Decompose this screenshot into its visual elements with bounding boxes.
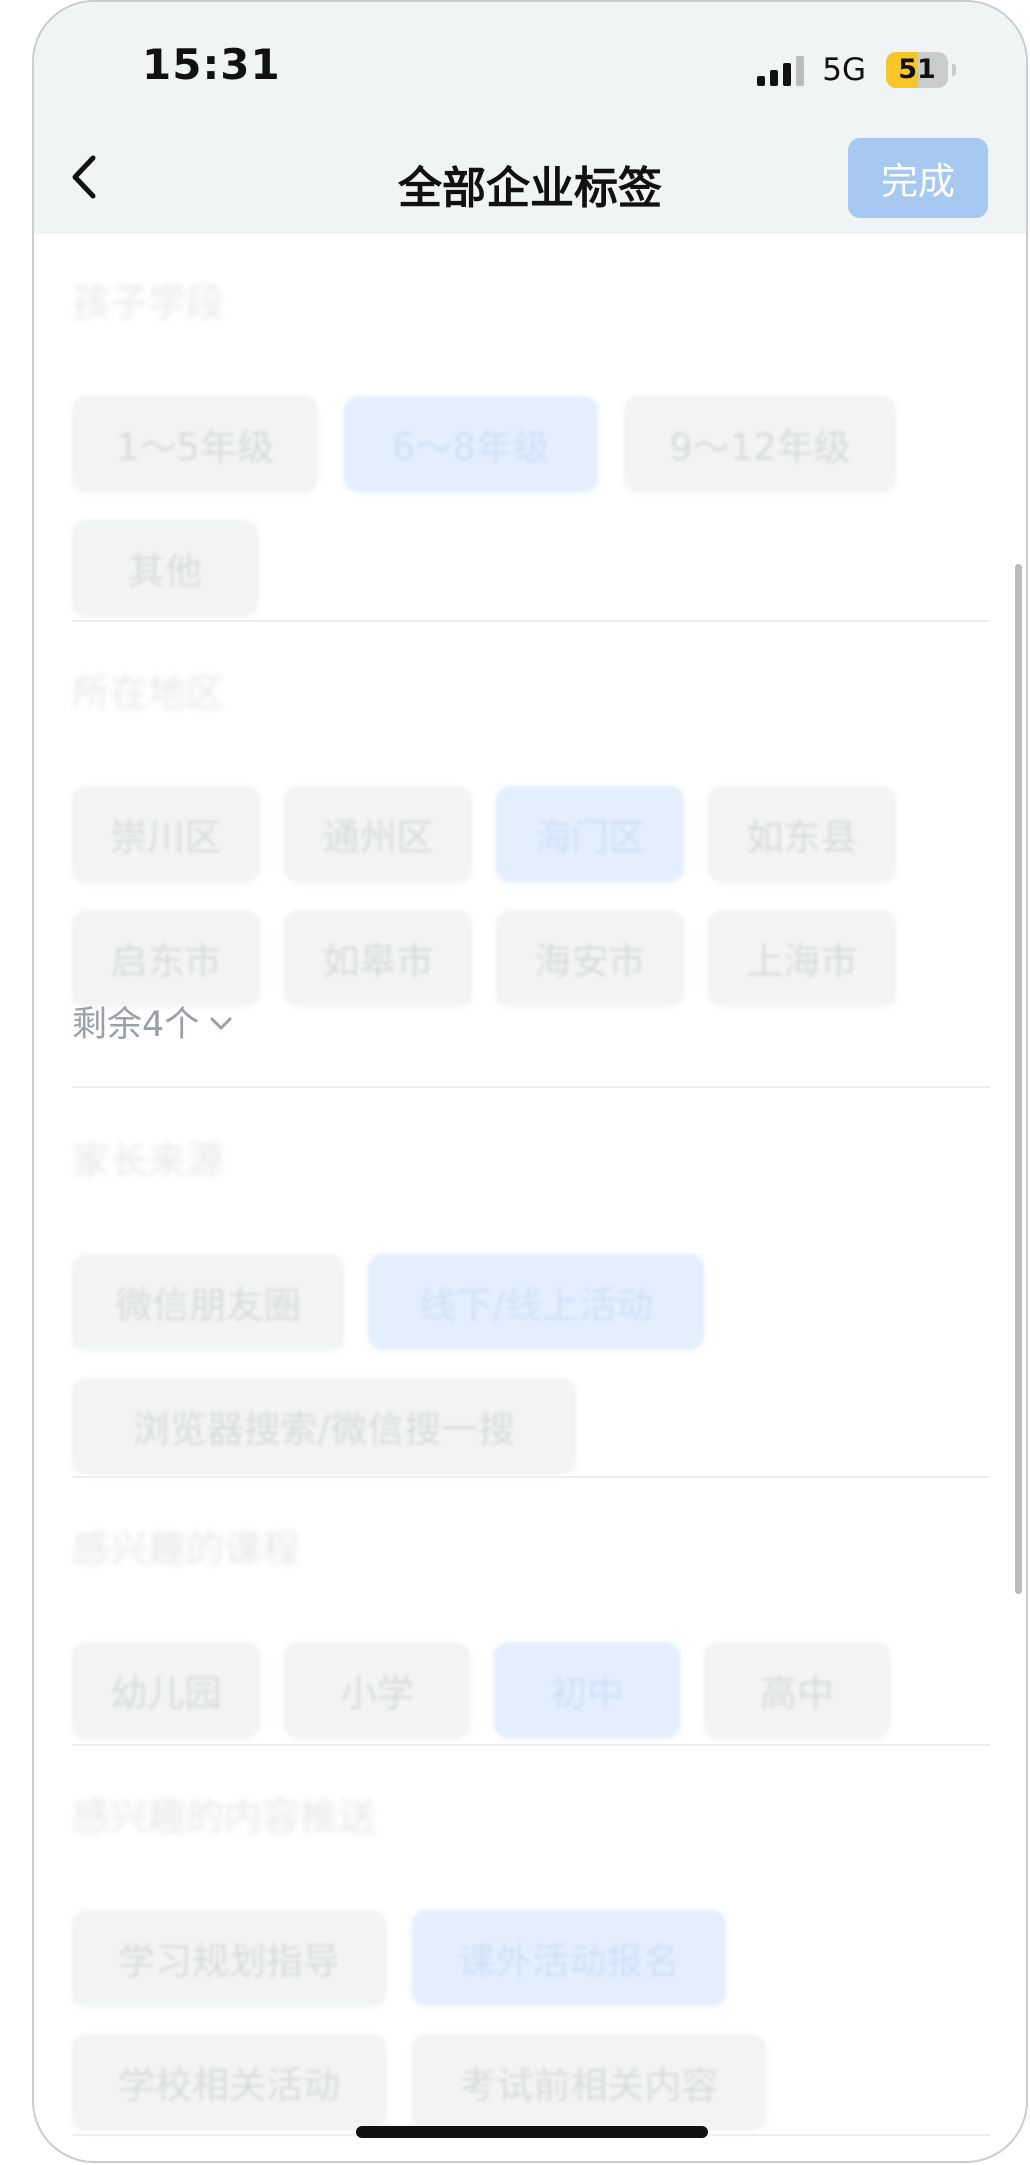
divider xyxy=(72,1476,990,1478)
network-type: 5G xyxy=(822,52,866,88)
show-more-label: 剩余4个 xyxy=(72,1005,200,1045)
tag-chip-selected[interactable]: 海门区 xyxy=(496,786,684,882)
tag-chip[interactable]: 微信朋友圈 xyxy=(72,1254,344,1350)
tag-chip[interactable]: 如东县 xyxy=(708,786,896,882)
battery-level: 51 xyxy=(898,54,936,85)
tag-chip[interactable]: 学习规划指导 xyxy=(72,1910,386,2006)
status-time: 15:31 xyxy=(142,40,281,89)
tag-chip[interactable]: 上海市 xyxy=(708,910,896,1006)
battery-icon: 51 xyxy=(886,52,948,88)
home-indicator[interactable] xyxy=(356,2126,708,2138)
tag-chip-selected[interactable]: 线下/线上活动 xyxy=(368,1254,704,1350)
tag-chip[interactable]: 浏览器搜索/微信搜一搜 xyxy=(72,1378,576,1474)
divider xyxy=(72,620,990,622)
tag-chip[interactable]: 幼儿园 xyxy=(72,1642,260,1738)
done-button[interactable]: 完成 xyxy=(848,138,988,218)
tag-chip[interactable]: 考试前相关内容 xyxy=(412,2034,766,2130)
tag-chip[interactable]: 如皋市 xyxy=(284,910,472,1006)
phone-frame: 15:31 5G 51 全部企业标签 完成 孩子学段 1～5年级 6～8年级 9… xyxy=(32,0,1028,2163)
section-title: 所在地区 xyxy=(72,671,225,715)
tag-chip[interactable]: 学校相关活动 xyxy=(72,2034,386,2130)
section-title: 家长来源 xyxy=(72,1139,225,1183)
tag-chip-selected[interactable]: 6～8年级 xyxy=(344,396,598,492)
top-bar: 15:31 5G 51 全部企业标签 完成 xyxy=(34,2,1026,234)
scrollbar[interactable] xyxy=(1015,564,1022,1594)
tag-chip[interactable]: 其他 xyxy=(72,520,258,616)
status-indicators: 5G 51 xyxy=(757,50,956,90)
section-title: 孩子学段 xyxy=(72,281,225,325)
tag-chip[interactable]: 1～5年级 xyxy=(72,396,318,492)
show-more-button[interactable]: 剩余4个 xyxy=(72,996,233,1047)
tag-chip-selected[interactable]: 初中 xyxy=(494,1642,680,1738)
tag-chip[interactable]: 海安市 xyxy=(496,910,684,1006)
section-title: 感兴趣的内容推送 xyxy=(72,1795,377,1839)
battery-nub xyxy=(952,64,956,76)
tag-chip[interactable]: 小学 xyxy=(284,1642,470,1738)
signal-icon xyxy=(757,54,805,86)
tag-chip[interactable]: 启东市 xyxy=(72,910,260,1006)
tag-chip[interactable]: 高中 xyxy=(704,1642,890,1738)
tag-list: 孩子学段 1～5年级 6～8年级 9～12年级 其他 所在地区 崇川区 通州区 … xyxy=(34,234,1026,2161)
chevron-down-icon xyxy=(210,1017,232,1029)
divider xyxy=(72,1086,990,1088)
tag-chip[interactable]: 9～12年级 xyxy=(624,396,896,492)
divider xyxy=(72,1744,990,1746)
section-title: 感兴趣的课程 xyxy=(72,1527,301,1571)
tag-chip-selected[interactable]: 课外活动报名 xyxy=(412,1910,726,2006)
tag-chip[interactable]: 崇川区 xyxy=(72,786,260,882)
tag-chip[interactable]: 通州区 xyxy=(284,786,472,882)
